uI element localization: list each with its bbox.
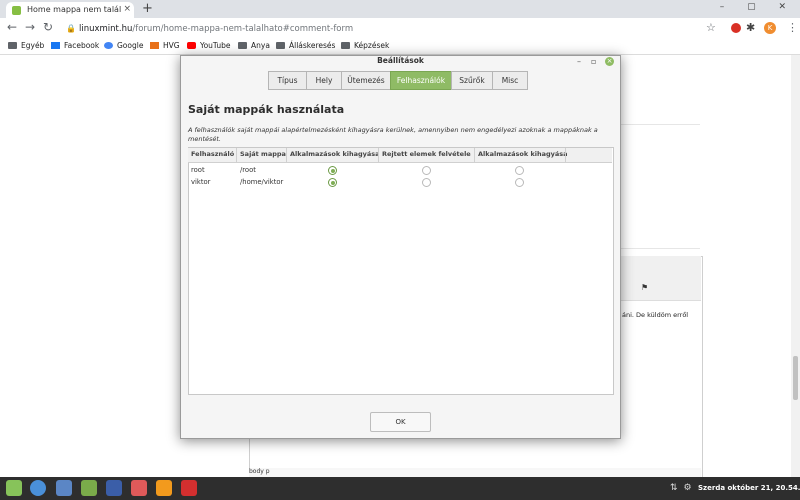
dialog-title: Beállítások [377, 56, 424, 65]
browser-tab[interactable]: Home mappa nem található | × [6, 2, 134, 18]
browser-menu-icon[interactable]: ⋮ [787, 21, 798, 34]
app-icon[interactable] [106, 480, 122, 496]
section-description: A felhasználók saját mappái alapértelmez… [188, 126, 598, 143]
tab-szurok[interactable]: Szűrők [451, 71, 493, 90]
facebook-icon [51, 42, 60, 49]
chrome-icon[interactable] [30, 480, 46, 496]
mint-menu-icon[interactable] [6, 480, 22, 496]
tab-tipus[interactable]: Típus [268, 71, 307, 90]
app-icon[interactable] [131, 480, 147, 496]
youtube-icon [187, 42, 196, 49]
bookmark-item[interactable]: Facebook [51, 41, 99, 50]
maximize-icon[interactable]: ▫ [591, 57, 596, 66]
row2-hidden-items-radio[interactable] [422, 178, 431, 187]
row1-skip-apps2-radio[interactable] [515, 166, 524, 175]
lock-icon[interactable]: 🔒 [66, 24, 76, 33]
back-button[interactable]: ← [7, 20, 17, 34]
hvg-icon [150, 42, 159, 49]
column-header[interactable]: Felhasználó [191, 150, 234, 158]
extensions-puzzle-icon[interactable]: ✱ [746, 21, 755, 34]
new-tab-button[interactable]: + [142, 1, 153, 16]
column-header[interactable]: Alkalmazások kihagyása [290, 150, 380, 158]
ok-button[interactable]: OK [370, 412, 431, 432]
url-text[interactable]: linuxmint.hu/forum/home-mappa-nem-talalh… [79, 24, 353, 34]
url-host: linuxmint.hu [79, 24, 133, 34]
dialog-close-icon[interactable]: × [605, 57, 614, 66]
extension-icon[interactable] [731, 23, 741, 33]
system-tray[interactable]: ⇅⚙ [670, 483, 698, 493]
tab-title: Home mappa nem található | [27, 5, 121, 14]
tab-close-icon[interactable]: × [123, 4, 131, 14]
url-path: /forum/home-mappa-nem-talalhato#comment-… [132, 24, 354, 34]
dialog-tabs: Típus Hely Ütemezés Felhasználók Szűrők … [268, 71, 528, 90]
google-icon [104, 42, 113, 49]
bookmark-item[interactable]: Anya [238, 41, 270, 50]
table-cell-folder: /home/viktor [240, 178, 284, 186]
folder-icon [341, 42, 350, 49]
column-separator [236, 148, 237, 162]
row2-skip-apps-radio[interactable] [328, 178, 337, 187]
bookmark-item[interactable]: Álláskeresés [276, 41, 335, 50]
media-player-icon[interactable] [156, 480, 172, 496]
site-favicon-icon [12, 6, 21, 15]
column-header[interactable]: Alkalmazások kihagyása [478, 150, 568, 158]
editor-status-path: body p [249, 468, 701, 477]
folder-icon [8, 42, 17, 49]
files-icon[interactable] [81, 480, 97, 496]
clock[interactable]: Szerda október 21, 20.54.47 [698, 484, 800, 492]
table-cell-user: viktor [191, 178, 211, 186]
section-heading: Saját mappák használata [188, 103, 345, 116]
page-divider [620, 248, 700, 249]
window-controls[interactable]: – ▢ ✕ [720, 2, 796, 12]
column-separator [286, 148, 287, 162]
column-separator [474, 148, 475, 162]
bookmark-star-icon[interactable]: ☆ [706, 21, 716, 34]
table-cell-user: root [191, 166, 205, 174]
scrollbar-thumb[interactable] [793, 356, 798, 400]
column-separator [378, 148, 379, 162]
profile-avatar[interactable]: K [764, 22, 776, 34]
mail-icon[interactable] [56, 480, 72, 496]
bookmark-item[interactable]: Képzések [341, 41, 389, 50]
folder-icon [238, 42, 247, 49]
page-scrollbar[interactable] [791, 55, 800, 477]
row1-skip-apps-radio[interactable] [328, 166, 337, 175]
row2-skip-apps2-radio[interactable] [515, 178, 524, 187]
bookmark-item[interactable]: Egyéb [8, 41, 44, 50]
page-divider [620, 124, 700, 125]
tab-hely[interactable]: Hely [306, 71, 342, 90]
table-cell-folder: /root [240, 166, 256, 174]
editor-text: áni. De küldöm erről [622, 311, 689, 319]
column-header[interactable]: Saját mappa [240, 150, 286, 158]
bookmarks-bar: Egyéb Facebook Google HVG YouTube Anya Á… [0, 40, 800, 55]
column-header[interactable]: Rejtett elemek felvétele [382, 150, 471, 158]
flag-icon[interactable]: ⚑ [641, 283, 648, 292]
column-separator [565, 148, 566, 162]
tab-utemezes[interactable]: Ütemezés [341, 71, 391, 90]
forward-button[interactable]: → [25, 20, 35, 34]
tab-misc[interactable]: Misc [492, 71, 528, 90]
folder-icon [276, 42, 285, 49]
reload-button[interactable]: ↻ [43, 20, 53, 34]
bookmark-item[interactable]: Google [104, 41, 143, 50]
minimize-icon[interactable]: – [577, 57, 581, 66]
bookmark-item[interactable]: HVG [150, 41, 180, 50]
bookmark-item[interactable]: YouTube [187, 41, 231, 50]
row1-hidden-items-radio[interactable] [422, 166, 431, 175]
backup-app-icon[interactable] [181, 480, 197, 496]
tab-felhasznalok[interactable]: Felhasználók [390, 71, 452, 90]
